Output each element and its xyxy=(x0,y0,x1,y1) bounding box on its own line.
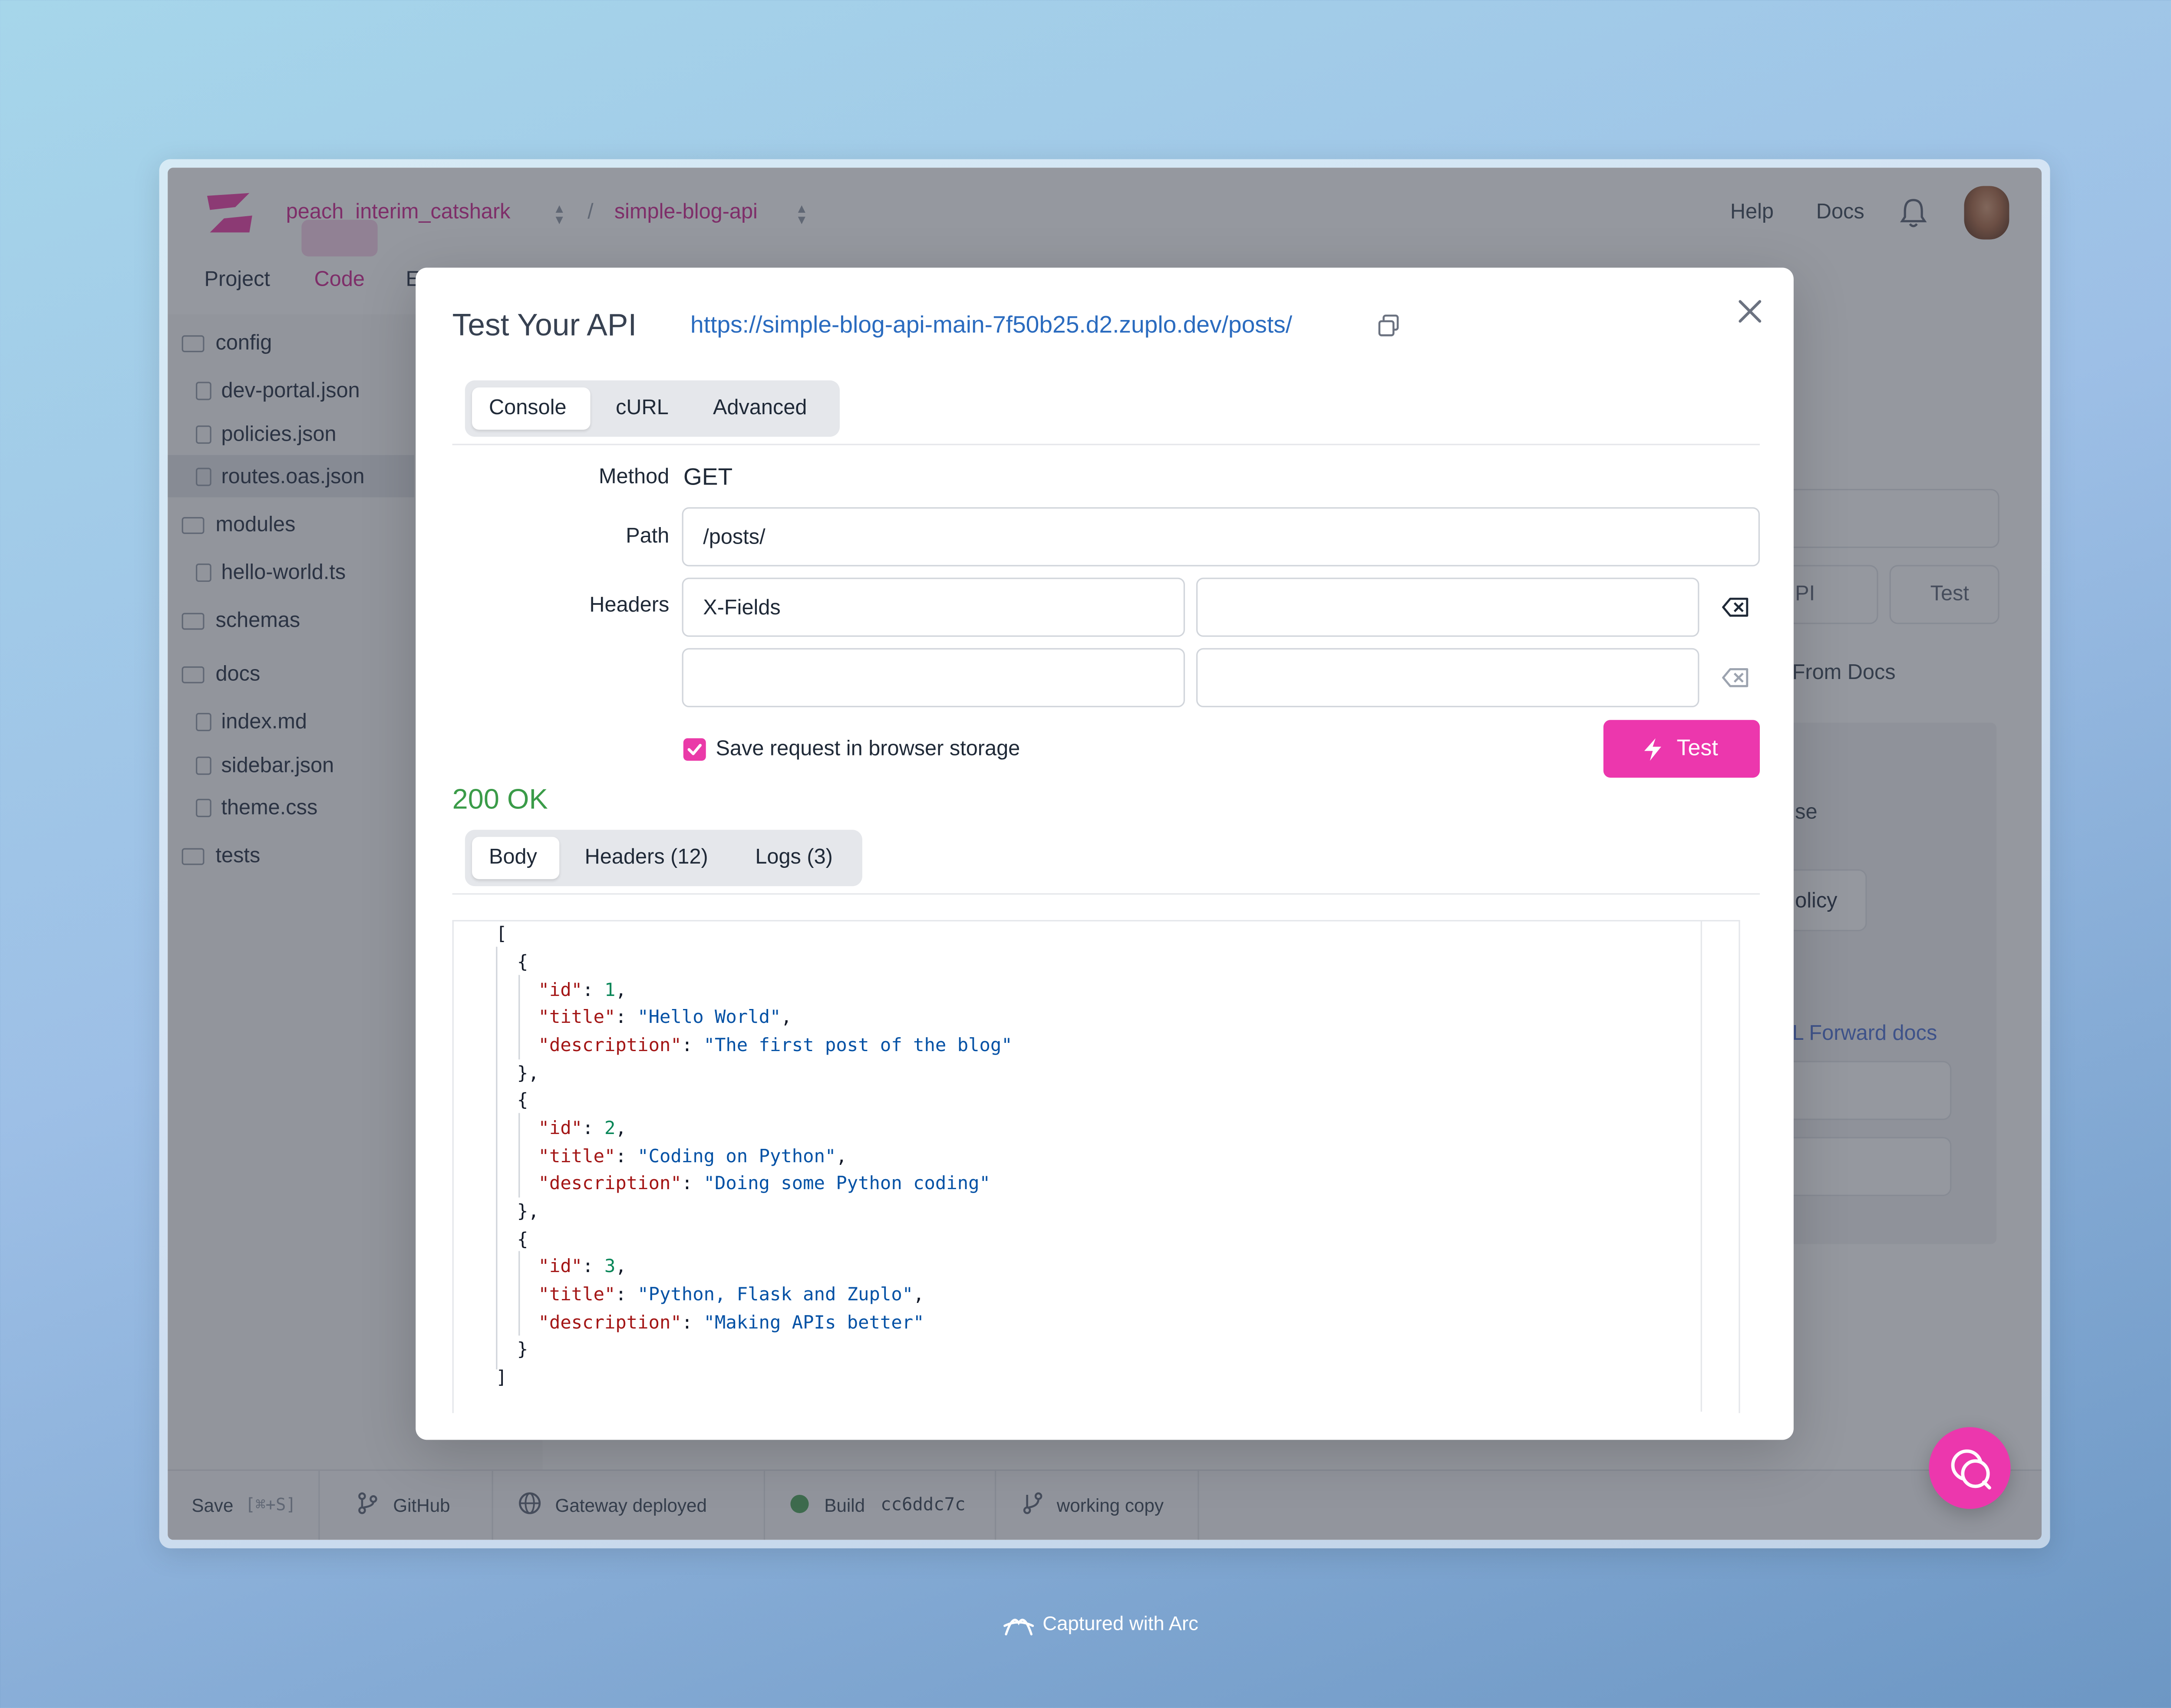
header-value-input-empty[interactable] xyxy=(1196,648,1699,707)
close-icon[interactable] xyxy=(1736,297,1764,326)
headers-label: Headers xyxy=(589,593,670,617)
json-string: "Making APIs better" xyxy=(703,1313,924,1335)
json-string: "The first post of the blog" xyxy=(703,1035,1013,1057)
code-line: "description": "Making APIs better" xyxy=(538,1313,924,1335)
code-line: } xyxy=(517,1341,528,1359)
json-key: "title" xyxy=(538,1285,616,1306)
header-value-input[interactable] xyxy=(1196,577,1699,637)
indent-guide xyxy=(496,946,498,1370)
json-key: "description" xyxy=(538,1035,682,1057)
json-key: "description" xyxy=(538,1174,682,1195)
json-number: 1 xyxy=(604,980,616,1002)
code-line: "id": 1, xyxy=(538,980,627,1002)
code-line: { xyxy=(517,1231,528,1250)
tab-body[interactable]: Body xyxy=(489,847,537,868)
tab-console[interactable]: Console xyxy=(489,397,567,419)
code-line: [ xyxy=(496,926,507,944)
chat-support-button[interactable] xyxy=(1929,1427,2011,1509)
code-token: { xyxy=(517,1230,528,1251)
json-key: "title" xyxy=(538,1007,616,1029)
json-number: 3 xyxy=(604,1256,616,1278)
code-line: { xyxy=(517,954,528,972)
indent-guide xyxy=(518,1251,520,1336)
tab-curl[interactable]: cURL xyxy=(616,397,669,419)
save-request-checkbox[interactable] xyxy=(683,738,706,761)
method-value: GET xyxy=(683,463,733,491)
capture-caption: Captured with Arc xyxy=(1043,1612,1198,1635)
code-line: "title": "Python, Flask and Zuplo", xyxy=(538,1285,924,1306)
code-token: }, xyxy=(517,1063,539,1085)
json-key: "title" xyxy=(538,1147,616,1168)
tab-headers[interactable]: Headers (12) xyxy=(585,847,708,868)
test-api-modal: Test Your API https://simple-blog-api-ma… xyxy=(416,267,1794,1440)
test-button-label: Test xyxy=(1676,737,1718,761)
json-key: "id" xyxy=(538,1118,583,1140)
path-input[interactable]: /posts/ xyxy=(682,507,1760,567)
path-input-value: /posts/ xyxy=(703,525,765,550)
code-line: ] xyxy=(496,1369,507,1388)
lightning-icon xyxy=(1644,738,1661,761)
json-key: "id" xyxy=(538,1256,583,1278)
code-line: }, xyxy=(517,1065,539,1083)
endpoint-url-link[interactable]: https://simple-blog-api-main-7f50b25.d2.… xyxy=(690,313,1292,336)
arc-logo-icon xyxy=(1003,1619,1034,1635)
copy-icon[interactable] xyxy=(1376,313,1402,338)
indent-guide xyxy=(518,1113,520,1198)
code-line: }, xyxy=(517,1203,539,1221)
code-token: }, xyxy=(517,1201,539,1223)
code-line: "description": "The first post of the bl… xyxy=(538,1035,1013,1057)
tab-advanced[interactable]: Advanced xyxy=(713,397,807,419)
json-string: "Hello World" xyxy=(637,1007,781,1029)
code-line: "title": "Coding on Python", xyxy=(538,1147,847,1168)
json-string: "Doing some Python coding" xyxy=(703,1174,990,1195)
code-token: { xyxy=(517,952,528,974)
divider xyxy=(452,893,1760,895)
code-line: "id": 3, xyxy=(538,1256,627,1278)
code-token: ] xyxy=(496,1368,507,1389)
json-key: "description" xyxy=(538,1313,682,1335)
code-token: [ xyxy=(496,924,507,946)
path-label: Path xyxy=(626,524,670,548)
response-body-viewer[interactable]: [ { "id": 1, "title": "Hello World", "de… xyxy=(452,920,1740,1413)
code-token: { xyxy=(517,1090,528,1112)
tab-logs[interactable]: Logs (3) xyxy=(755,847,833,868)
check-icon xyxy=(687,744,702,755)
test-button[interactable]: Test xyxy=(1603,720,1760,778)
code-line: { xyxy=(517,1092,528,1110)
save-request-label: Save request in browser storage xyxy=(716,737,1020,761)
modal-title: Test Your API xyxy=(452,307,637,343)
header-name-input-empty[interactable] xyxy=(682,648,1185,707)
indent-guide xyxy=(518,975,520,1060)
code-line: "id": 2, xyxy=(538,1118,627,1140)
json-string: "Coding on Python" xyxy=(637,1147,836,1168)
header-name-input[interactable]: X-Fields xyxy=(682,577,1185,637)
chat-icon xyxy=(1951,1449,1991,1490)
code-token: } xyxy=(517,1339,528,1361)
json-key: "id" xyxy=(538,980,583,1002)
code-scrollbar[interactable] xyxy=(1700,920,1722,1412)
code-line: "description": "Doing some Python coding… xyxy=(538,1174,990,1195)
response-status: 200 OK xyxy=(452,785,548,816)
json-number: 2 xyxy=(604,1118,616,1140)
divider xyxy=(452,444,1760,445)
code-line: "title": "Hello World", xyxy=(538,1007,792,1029)
header-name-value: X-Fields xyxy=(703,596,781,620)
delete-header-icon[interactable] xyxy=(1722,666,1750,689)
json-string: "Python, Flask and Zuplo" xyxy=(637,1285,914,1306)
delete-header-icon[interactable] xyxy=(1722,596,1750,619)
method-label: Method xyxy=(598,465,670,489)
